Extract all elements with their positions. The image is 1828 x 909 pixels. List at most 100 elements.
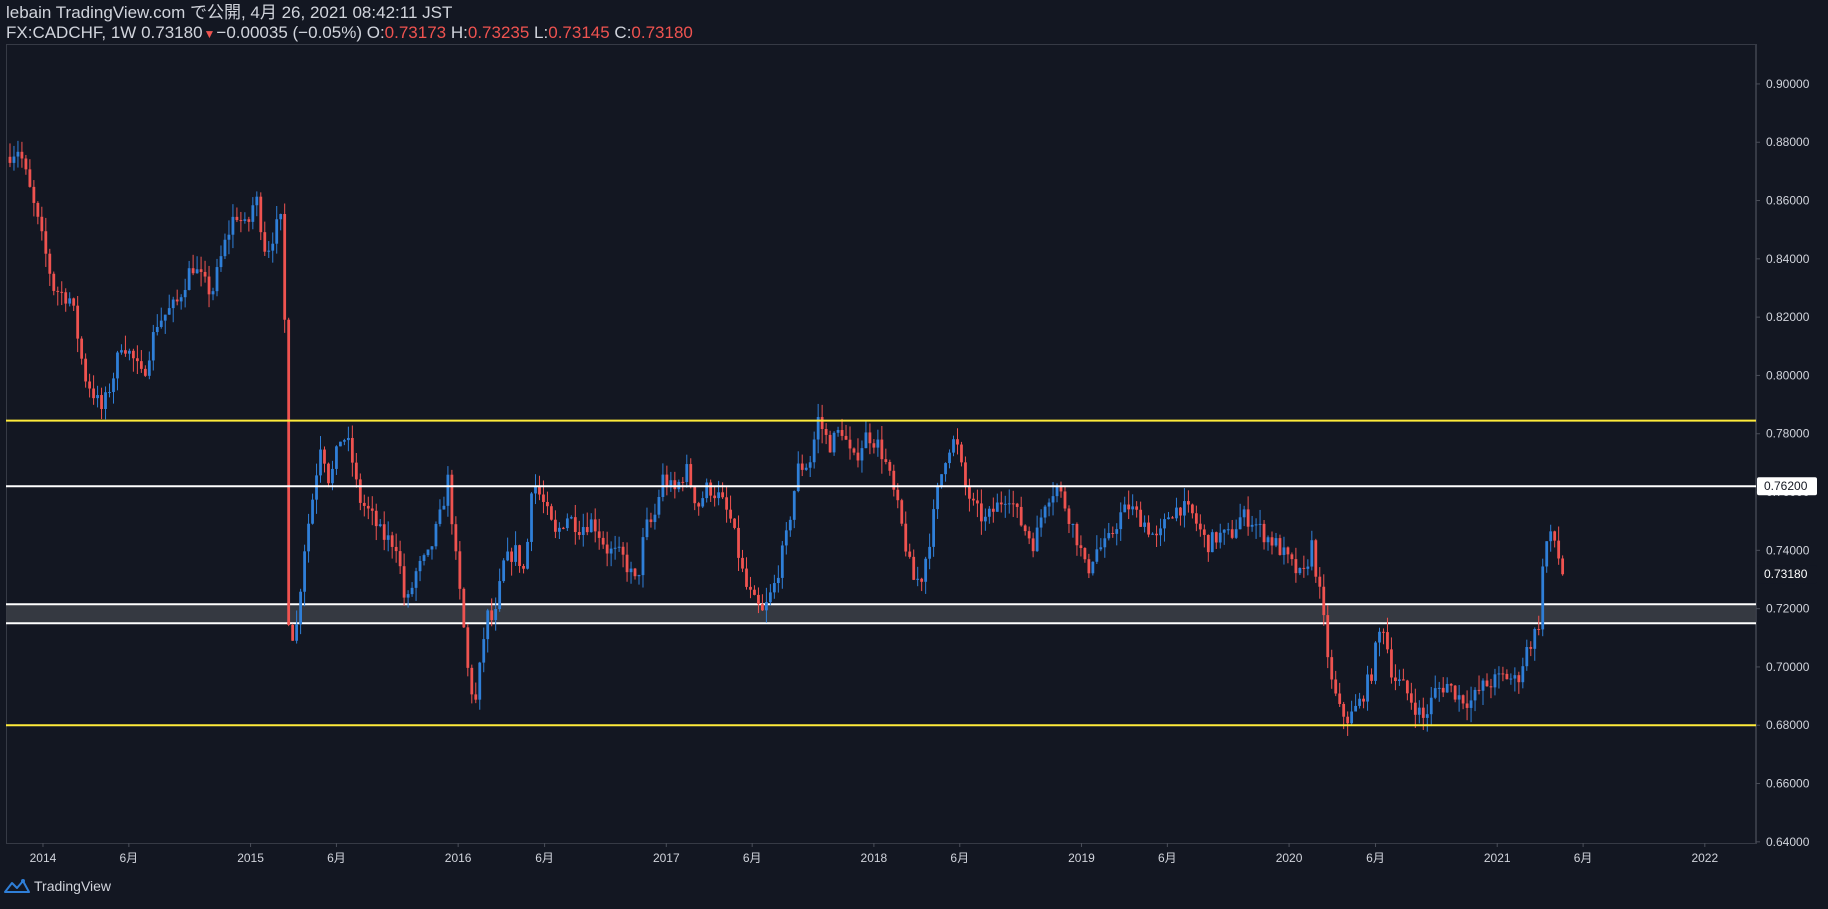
candle-body	[605, 544, 609, 554]
candle-body	[645, 519, 649, 538]
symbol-timeframe[interactable]: FX:CADCHF, 1W	[6, 23, 136, 43]
candle-body	[1437, 687, 1441, 689]
candle-body	[243, 219, 247, 221]
x-tick-label: 2018	[861, 851, 888, 865]
candle-body	[1493, 674, 1497, 688]
candle-body	[896, 489, 900, 501]
candle-body	[1043, 506, 1047, 518]
candle-body	[1071, 523, 1075, 525]
candle-body	[1202, 529, 1206, 535]
candle-body	[223, 239, 227, 257]
x-tick-label: 6月	[120, 851, 139, 865]
candle-body	[530, 493, 533, 542]
candle-body	[390, 535, 394, 547]
publisher-line: lebain TradingView.com で公開, 4月 26, 2021 …	[6, 3, 453, 22]
candle-body	[124, 350, 127, 354]
candle-body	[1011, 503, 1015, 505]
candle-body	[291, 624, 295, 641]
candle-body	[319, 449, 322, 476]
candle-body	[1549, 531, 1553, 542]
candle-body	[1262, 523, 1266, 543]
candle-body	[1382, 631, 1385, 633]
candle-body	[279, 214, 283, 220]
candle-body	[1087, 559, 1091, 574]
candle-body	[1390, 649, 1393, 678]
candle-body	[542, 494, 545, 502]
candle-body	[1561, 558, 1565, 575]
x-tick-label: 2019	[1068, 851, 1095, 865]
candle-body	[633, 568, 637, 577]
candle-body	[936, 486, 939, 510]
candle-body	[139, 361, 143, 369]
candle-body	[283, 214, 287, 320]
candle-body	[976, 500, 979, 504]
candle-body	[1230, 529, 1234, 538]
candle-body	[311, 499, 314, 524]
price-chart[interactable]: 0.64000 0.66000 0.68000 0.70000 0.72000 0.740…	[0, 0, 1828, 909]
candle-body	[792, 491, 796, 520]
candle-body	[414, 571, 418, 588]
candle-body	[8, 156, 12, 163]
candle-body	[510, 551, 513, 562]
close-label: C:	[614, 23, 632, 42]
candle-body	[498, 581, 502, 610]
candle-body	[673, 480, 677, 490]
candle-body	[1119, 512, 1123, 530]
candle-body	[60, 291, 64, 293]
candle-body	[418, 560, 422, 572]
candle-body	[657, 496, 661, 515]
x-tick-label: 2016	[445, 851, 472, 865]
publish-info: lebain TradingView.com で公開, 4月 26, 2021 …	[6, 3, 693, 23]
candle-body	[1107, 533, 1111, 539]
y-tick-label: 0.86000	[1766, 194, 1810, 208]
candle-body	[920, 578, 924, 582]
candle-body	[1099, 547, 1103, 550]
candle-body	[1453, 685, 1457, 700]
candle-body	[772, 583, 776, 593]
candle-body	[1433, 688, 1437, 698]
candle-body	[725, 497, 728, 510]
candle-body	[327, 463, 330, 484]
candle-body	[908, 551, 912, 557]
candle-body	[1409, 693, 1413, 703]
candle-body	[112, 378, 115, 393]
x-tick-label: 6月	[327, 851, 346, 865]
candle-body	[450, 474, 454, 525]
candle-body	[1003, 503, 1007, 505]
candle-body	[362, 502, 366, 506]
close-value: 0.73180	[631, 23, 693, 42]
candle-body	[1274, 538, 1278, 546]
y-tick-label: 0.78000	[1766, 427, 1810, 441]
support-zone[interactable]	[6, 603, 1756, 625]
candle-body	[1111, 533, 1115, 535]
candle-body	[1509, 678, 1513, 680]
candle-body	[1489, 686, 1493, 688]
tradingview-branding[interactable]: TradingView	[4, 878, 111, 894]
candle-body	[275, 219, 279, 244]
candle-body	[16, 151, 20, 157]
y-tick-label: 0.80000	[1766, 368, 1810, 382]
candle-body	[1135, 506, 1139, 510]
candle-body	[346, 437, 350, 441]
candle-body	[446, 474, 450, 506]
candle-body	[1314, 540, 1318, 577]
x-tick-label: 6月	[1366, 851, 1385, 865]
candle-body	[701, 498, 705, 507]
candle-body	[1421, 707, 1425, 718]
candle-body	[852, 448, 856, 453]
candle-body	[948, 452, 951, 464]
down-arrow-icon: ▼	[203, 27, 216, 41]
candle-body	[1401, 679, 1405, 681]
candle-body	[1278, 538, 1282, 555]
candle-body	[1362, 698, 1365, 702]
candle-body	[1457, 695, 1461, 700]
candle-body	[24, 158, 28, 170]
candle-body	[860, 448, 864, 461]
candle-body	[1505, 673, 1509, 680]
candle-body	[804, 467, 808, 470]
y-tick-label: 0.84000	[1766, 252, 1810, 266]
candle-body	[1123, 504, 1127, 513]
candle-body	[709, 482, 713, 496]
candle-body	[128, 350, 131, 354]
candle-body	[120, 350, 123, 353]
